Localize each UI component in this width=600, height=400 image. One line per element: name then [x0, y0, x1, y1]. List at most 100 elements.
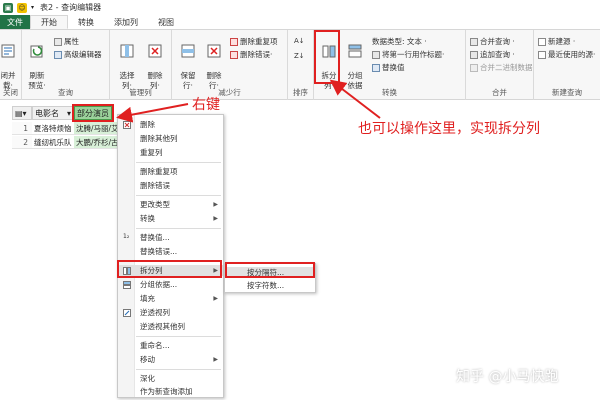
annotation-right-click: 右键 [192, 97, 220, 113]
tab-file[interactable]: 文件 [0, 15, 30, 29]
watermark: 知乎 @小马快跑 [456, 369, 559, 385]
menu-item-drill-down[interactable]: 深化 [118, 373, 223, 384]
menu-item-transform[interactable]: 转换 ▶ [118, 213, 223, 224]
close-load-button[interactable]: 闭并 载· [0, 33, 20, 91]
sort-ascending-button[interactable]: A↓ [294, 35, 305, 46]
menu-item-unpivot-other-columns[interactable]: 逆透视其他列 [118, 321, 223, 332]
menu-item-unpivot-columns[interactable]: 逆透视列 [118, 307, 223, 318]
ribbon-tabs: 文件 开始 转换 添加列 视图 [0, 15, 600, 30]
replace-values-icon: 1₂ [123, 233, 130, 240]
group-by-button[interactable]: 分组 依据 [343, 33, 367, 91]
annotation-ribbon-hint: 也可以操作这里，实现拆分列 [358, 121, 540, 137]
data-type-dropdown[interactable]: 数据类型: 文本 · [372, 36, 427, 47]
context-menu: 删除 删除其他列 重复列 删除重复项 删除错误 更改类型 ▶ 转换 ▶ 1₂ 替换值… [117, 114, 224, 398]
menu-item-change-type[interactable]: 更改类型 ▶ [118, 199, 223, 210]
highlight-split-column-button [314, 30, 340, 84]
advanced-editor-icon [54, 50, 62, 59]
menu-item-remove-errors[interactable]: 删除错误 [118, 180, 223, 191]
menu-item-group-by[interactable]: 分组依据... [118, 279, 223, 290]
group-label-query: 查询 [58, 88, 73, 97]
sort-descending-button[interactable]: Z↓ [294, 50, 305, 61]
menu-item-fill[interactable]: 填充 ▶ [118, 293, 223, 304]
keep-rows-button[interactable]: 保留 行· [176, 33, 200, 91]
remove-columns-button[interactable]: 删除 列· [143, 33, 167, 91]
remove-rows-button[interactable]: 删除 行· [202, 33, 226, 91]
new-source-icon [538, 37, 546, 46]
tab-add-column[interactable]: 添加列 [104, 15, 148, 29]
recent-sources-icon [538, 50, 546, 59]
remove-errors-button[interactable]: 删除错误· [230, 49, 272, 60]
submenu-arrow-icon: ▶ [213, 356, 218, 363]
dropdown-icon[interactable]: ▾ [31, 4, 34, 11]
menu-item-move[interactable]: 移动 ▶ [118, 354, 223, 365]
group-manage-columns: 选择 列· 删除 列· 管理列 [110, 30, 172, 100]
menu-item-remove-other-columns[interactable]: 删除其他列 [118, 133, 223, 144]
grid-corner[interactable]: ▤▾ [12, 106, 32, 120]
choose-columns-button[interactable]: 选择 列· [115, 33, 139, 91]
unpivot-icon [123, 309, 131, 317]
table-cell[interactable]: 沈腾/马丽/艾 [74, 122, 118, 135]
highlight-split-column-item [117, 260, 222, 278]
properties-button[interactable]: 属性 [54, 36, 79, 47]
tab-home[interactable]: 开始 [30, 15, 68, 29]
submenu-arrow-icon: ▶ [213, 215, 218, 222]
remove-duplicates-button[interactable]: 删除重复项 [230, 36, 278, 47]
title-bar: ▣ ☺ ▾ 表2 - 查询编辑器 [0, 0, 600, 15]
group-label-transform: 转换 [382, 88, 397, 97]
remove-rows-icon [207, 44, 221, 58]
submenu-arrow-icon: ▶ [213, 295, 218, 302]
group-label-close: 关闭 [3, 88, 18, 97]
merge-queries-button[interactable]: 合并查询 · [470, 36, 515, 47]
advanced-editor-button[interactable]: 高级编辑器 [54, 49, 102, 60]
window-title: 表2 - 查询编辑器 [40, 3, 102, 12]
properties-icon [54, 37, 62, 46]
group-label-reduce-rows: 减少行 [218, 88, 241, 97]
table-cell[interactable]: 夏洛特烦恼 [32, 122, 74, 135]
tab-view[interactable]: 视图 [148, 15, 184, 29]
menu-item-rename[interactable]: 重命名... [118, 340, 223, 351]
row-number: 2 [12, 136, 32, 149]
menu-item-remove[interactable]: 删除 [118, 119, 223, 130]
group-label-manage-columns: 管理列 [129, 88, 152, 97]
menu-item-split-by-char-count[interactable]: 按字符数... [225, 280, 315, 291]
remove-columns-icon [148, 44, 162, 58]
replace-values-icon [372, 63, 380, 72]
highlight-split-by-delimiter [225, 262, 315, 278]
ribbon: 闭并 载· 关闭 刷新 预览· 属性 高级编辑器 查询 选择 列· 删除 列· … [0, 30, 600, 100]
refresh-preview-button[interactable]: 刷新 预览· [25, 33, 49, 91]
table-cell[interactable]: 缝纫机乐队 [32, 136, 74, 149]
save-icon[interactable]: ▣ [3, 2, 13, 13]
tab-transform[interactable]: 转换 [68, 15, 104, 29]
menu-item-duplicate-column[interactable]: 重复列 [118, 147, 223, 158]
replace-values-button[interactable]: 替换值 [372, 62, 405, 73]
recent-sources-button[interactable]: 最近使用的源· [538, 49, 595, 60]
group-combine: 合并查询 · 追加查询 · 合并二进制数据 合并 [466, 30, 534, 100]
group-label-new-query: 新建查询 [552, 88, 582, 97]
group-sort: A↓ Z↓ 排序 [288, 30, 314, 100]
merge-binaries-icon [470, 63, 478, 72]
group-label-combine: 合并 [492, 88, 507, 97]
group-query: 刷新 预览· 属性 高级编辑器 查询 [22, 30, 110, 100]
menu-item-replace-errors[interactable]: 替换错误... [118, 246, 223, 257]
remove-errors-icon [230, 50, 238, 59]
close-load-icon [1, 44, 15, 58]
submenu-arrow-icon: ▶ [213, 201, 218, 208]
group-new-query: 新建源 · 最近使用的源· 新建查询 [534, 30, 600, 100]
first-row-header-button[interactable]: 将第一行用作标题· [372, 49, 444, 60]
group-close: 闭并 载· 关闭 [0, 30, 22, 100]
append-queries-button[interactable]: 追加查询 · [470, 49, 515, 60]
group-by-icon [348, 44, 362, 58]
column-header-movie[interactable]: 电影名 ▾ [32, 106, 74, 120]
menu-item-remove-duplicates[interactable]: 删除重复项 [118, 166, 223, 177]
keep-rows-icon [181, 44, 195, 58]
group-by-icon [123, 281, 131, 289]
append-queries-icon [470, 50, 478, 59]
table-cell[interactable]: 大鹏/乔杉/古 [74, 136, 118, 149]
group-reduce-rows: 保留 行· 删除 行· 删除重复项 删除错误· 减少行 [172, 30, 288, 100]
merge-queries-icon [470, 37, 478, 46]
refresh-icon [30, 45, 43, 58]
smiley-icon[interactable]: ☺ [17, 2, 27, 13]
menu-item-replace-values[interactable]: 1₂ 替换值... [118, 232, 223, 243]
menu-item-add-as-new-query[interactable]: 作为新查询添加 [118, 386, 223, 397]
new-source-button[interactable]: 新建源 · [538, 36, 575, 47]
